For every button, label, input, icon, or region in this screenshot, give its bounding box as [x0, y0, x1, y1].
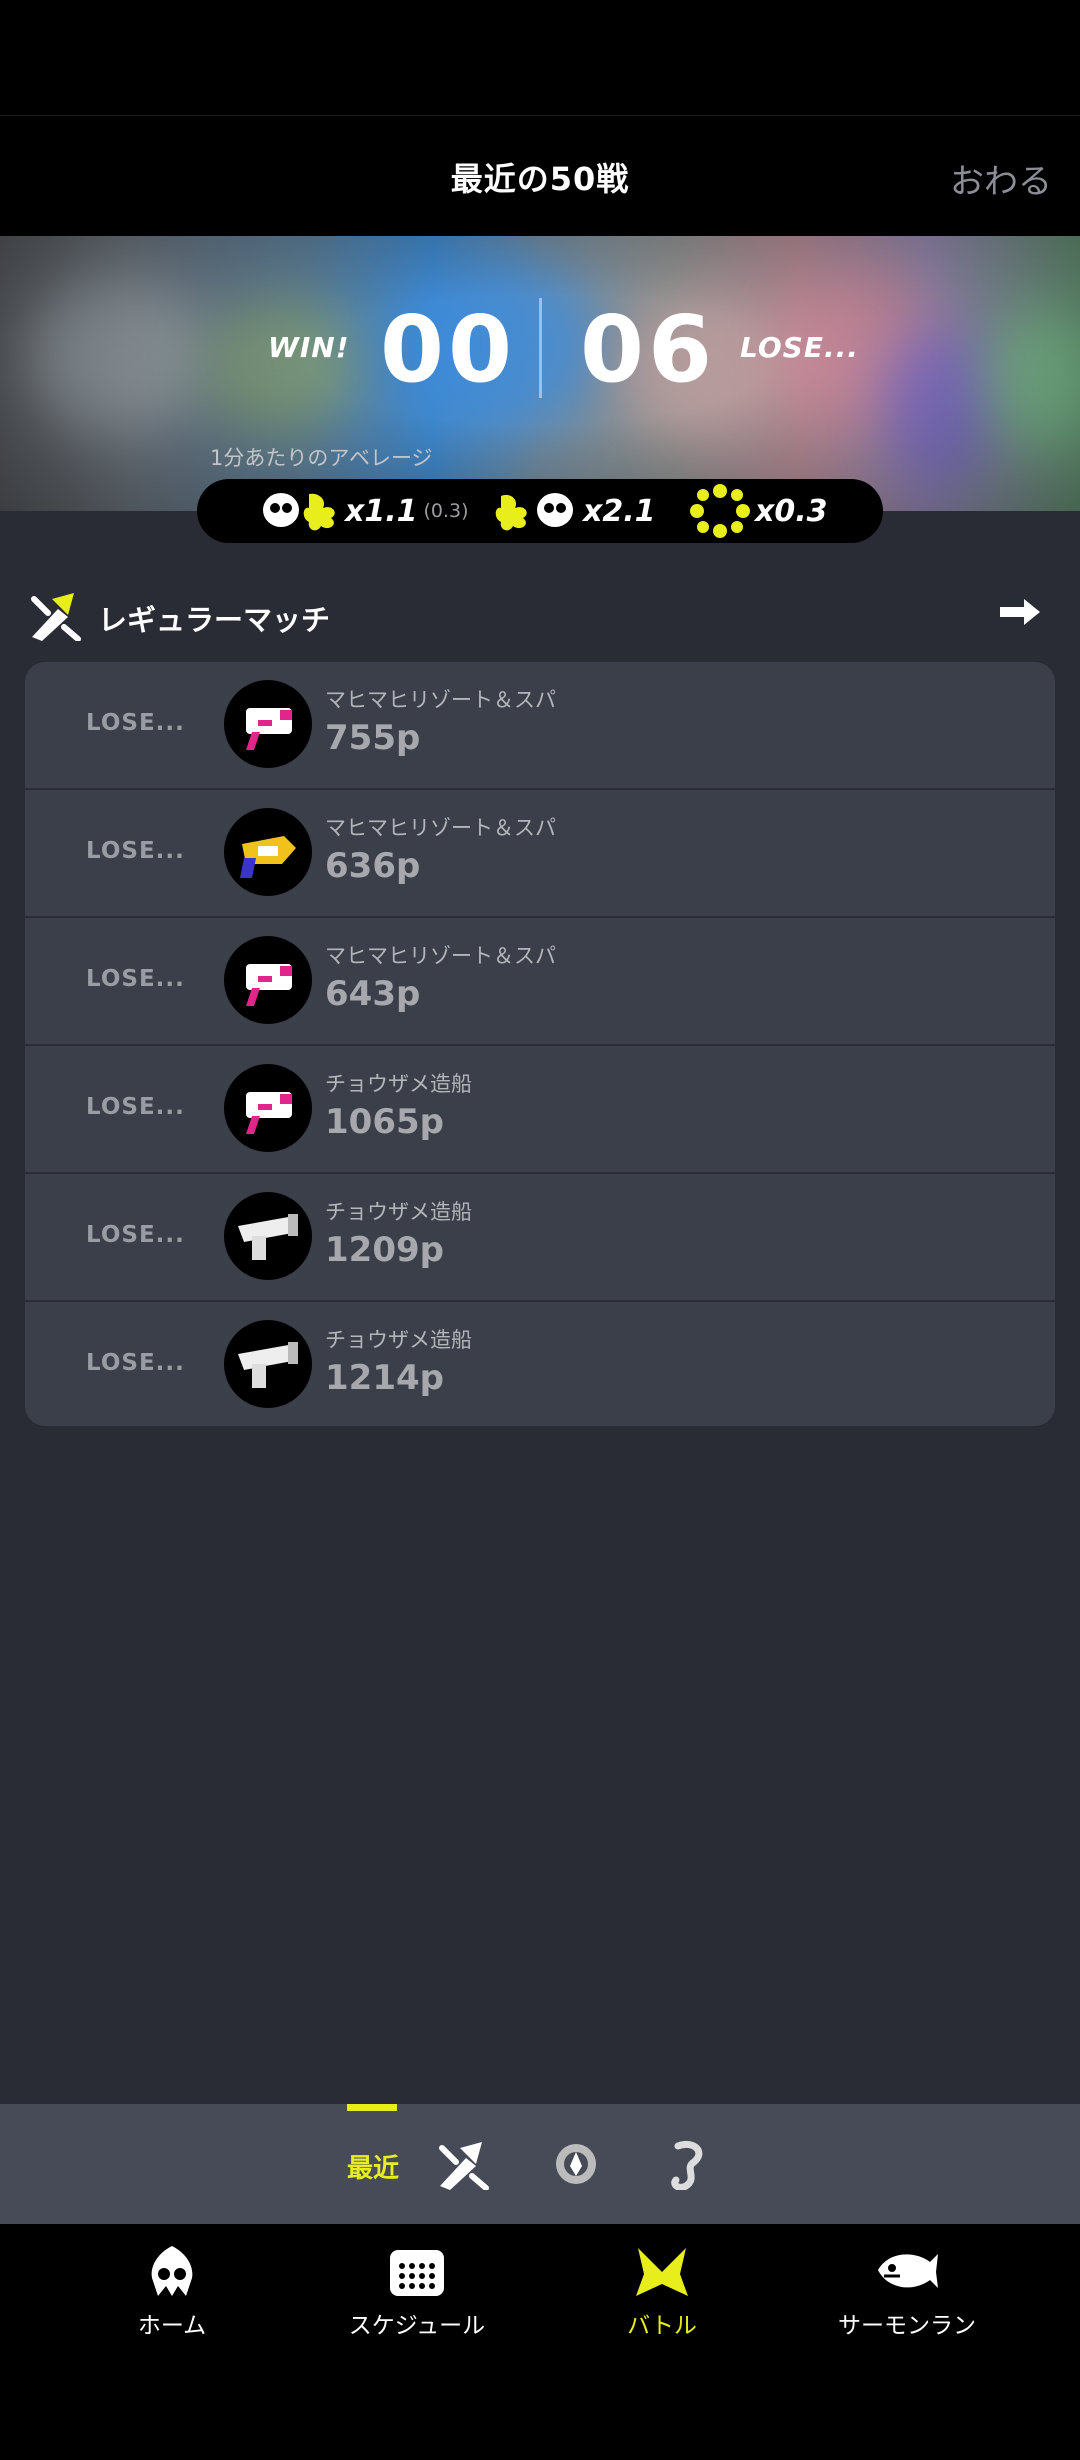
nav-home-label: ホーム: [137, 2313, 207, 2339]
deaths-value: x2.1: [583, 493, 656, 529]
stage-name: マヒマヒリゾート＆スパ: [325, 944, 556, 968]
nav-battle-label: バトル: [627, 2313, 697, 2339]
roller-icon: [224, 1320, 312, 1408]
stage-name: マヒマヒリゾート＆スパ: [325, 816, 556, 840]
kill-icon: [263, 493, 335, 531]
battle-row[interactable]: LOSE... チョウザメ造船 1065p: [25, 1046, 1055, 1174]
battle-row[interactable]: LOSE... マヒマヒリゾート＆スパ 636p: [25, 790, 1055, 918]
lose-count: 06: [580, 296, 717, 403]
nav-salmon-run-label: サーモンラン: [838, 2313, 976, 2339]
section-title: レギュラーマッチ: [98, 603, 331, 637]
nav-battle[interactable]: バトル: [547, 2244, 777, 2340]
score-divider: [539, 298, 542, 398]
points: 643p: [325, 974, 421, 1014]
salmonid-icon: [878, 2254, 938, 2288]
result-label: LOSE...: [86, 966, 185, 992]
specials-value: x0.3: [755, 493, 828, 529]
kills-stat: x1.1 (0.3): [257, 479, 469, 543]
result-label: LOSE...: [86, 838, 185, 864]
stage-name: チョウザメ造船: [325, 1200, 472, 1224]
stage-name: チョウザメ造船: [325, 1072, 472, 1096]
splattershot-jr-icon: [224, 936, 312, 1024]
tab-private-icon[interactable]: [664, 2138, 712, 2190]
stage-name: チョウザメ造船: [325, 1328, 472, 1352]
close-button[interactable]: おわる: [950, 154, 1052, 203]
specials-stat: x0.3: [685, 479, 828, 543]
average-label: 1分あたりのアベレージ: [210, 446, 433, 470]
nav-salmon-run[interactable]: サーモンラン: [792, 2244, 1022, 2340]
battle-row[interactable]: LOSE... マヒマヒリゾート＆スパ 755p: [25, 662, 1055, 790]
header: 最近の50戦 おわる: [0, 116, 1080, 236]
battle-icon: [636, 2248, 688, 2296]
bottom-nav: ホーム スケジュール バトル サーモンラン: [0, 2224, 1080, 2460]
result-label: LOSE...: [86, 710, 185, 736]
battle-list: LOSE... マヒマヒリゾート＆スパ 755p LOSE... マヒマヒリゾー…: [25, 662, 1055, 1426]
points: 755p: [325, 718, 421, 758]
nav-schedule[interactable]: スケジュール: [302, 2244, 532, 2340]
summary-banner: WIN! 00 06 LOSE...: [0, 236, 1080, 511]
blaster-icon: [224, 808, 312, 896]
stage-name: マヒマヒリゾート＆スパ: [325, 688, 556, 712]
section-header: レギュラーマッチ: [28, 585, 1052, 645]
points: 1209p: [325, 1230, 444, 1270]
assists-value: (0.3): [423, 500, 469, 522]
squid-icon: [151, 2246, 193, 2296]
points: 1065p: [325, 1102, 444, 1142]
battle-row[interactable]: LOSE... チョウザメ造船 1214p: [25, 1302, 1055, 1426]
battle-row[interactable]: LOSE... チョウザメ造船 1209p: [25, 1174, 1055, 1302]
result-label: LOSE...: [86, 1094, 185, 1120]
win-count: 00: [380, 296, 517, 403]
special-icon: [690, 484, 750, 538]
roller-icon: [224, 1192, 312, 1280]
tab-regular-icon[interactable]: [436, 2138, 492, 2190]
tab-recent[interactable]: 最近: [347, 2148, 399, 2185]
tab-ranked-icon[interactable]: [548, 2138, 604, 2190]
death-icon: [495, 493, 573, 531]
status-bar: [0, 0, 1080, 116]
arrow-right-icon[interactable]: [998, 597, 1042, 627]
splattershot-jr-icon: [224, 1064, 312, 1152]
nav-home[interactable]: ホーム: [57, 2244, 287, 2340]
average-stats: x1.1 (0.3) x2.1 x0.3: [197, 479, 883, 543]
filter-tabs: 最近: [0, 2104, 1080, 2224]
tab-indicator: [347, 2104, 397, 2111]
calendar-icon: [390, 2250, 444, 2296]
win-label: WIN!: [268, 331, 350, 364]
battle-row[interactable]: LOSE... マヒマヒリゾート＆スパ 643p: [25, 918, 1055, 1046]
splattershot-jr-icon: [224, 680, 312, 768]
points: 1214p: [325, 1358, 444, 1398]
points: 636p: [325, 846, 421, 886]
nav-schedule-label: スケジュール: [348, 2313, 486, 2339]
turf-war-icon: [31, 593, 81, 641]
page-title: 最近の50戦: [450, 160, 630, 198]
kills-value: x1.1: [345, 493, 418, 529]
lose-label: LOSE...: [740, 331, 859, 364]
deaths-stat: x2.1: [495, 479, 656, 543]
result-label: LOSE...: [86, 1350, 185, 1376]
result-label: LOSE...: [86, 1222, 185, 1248]
